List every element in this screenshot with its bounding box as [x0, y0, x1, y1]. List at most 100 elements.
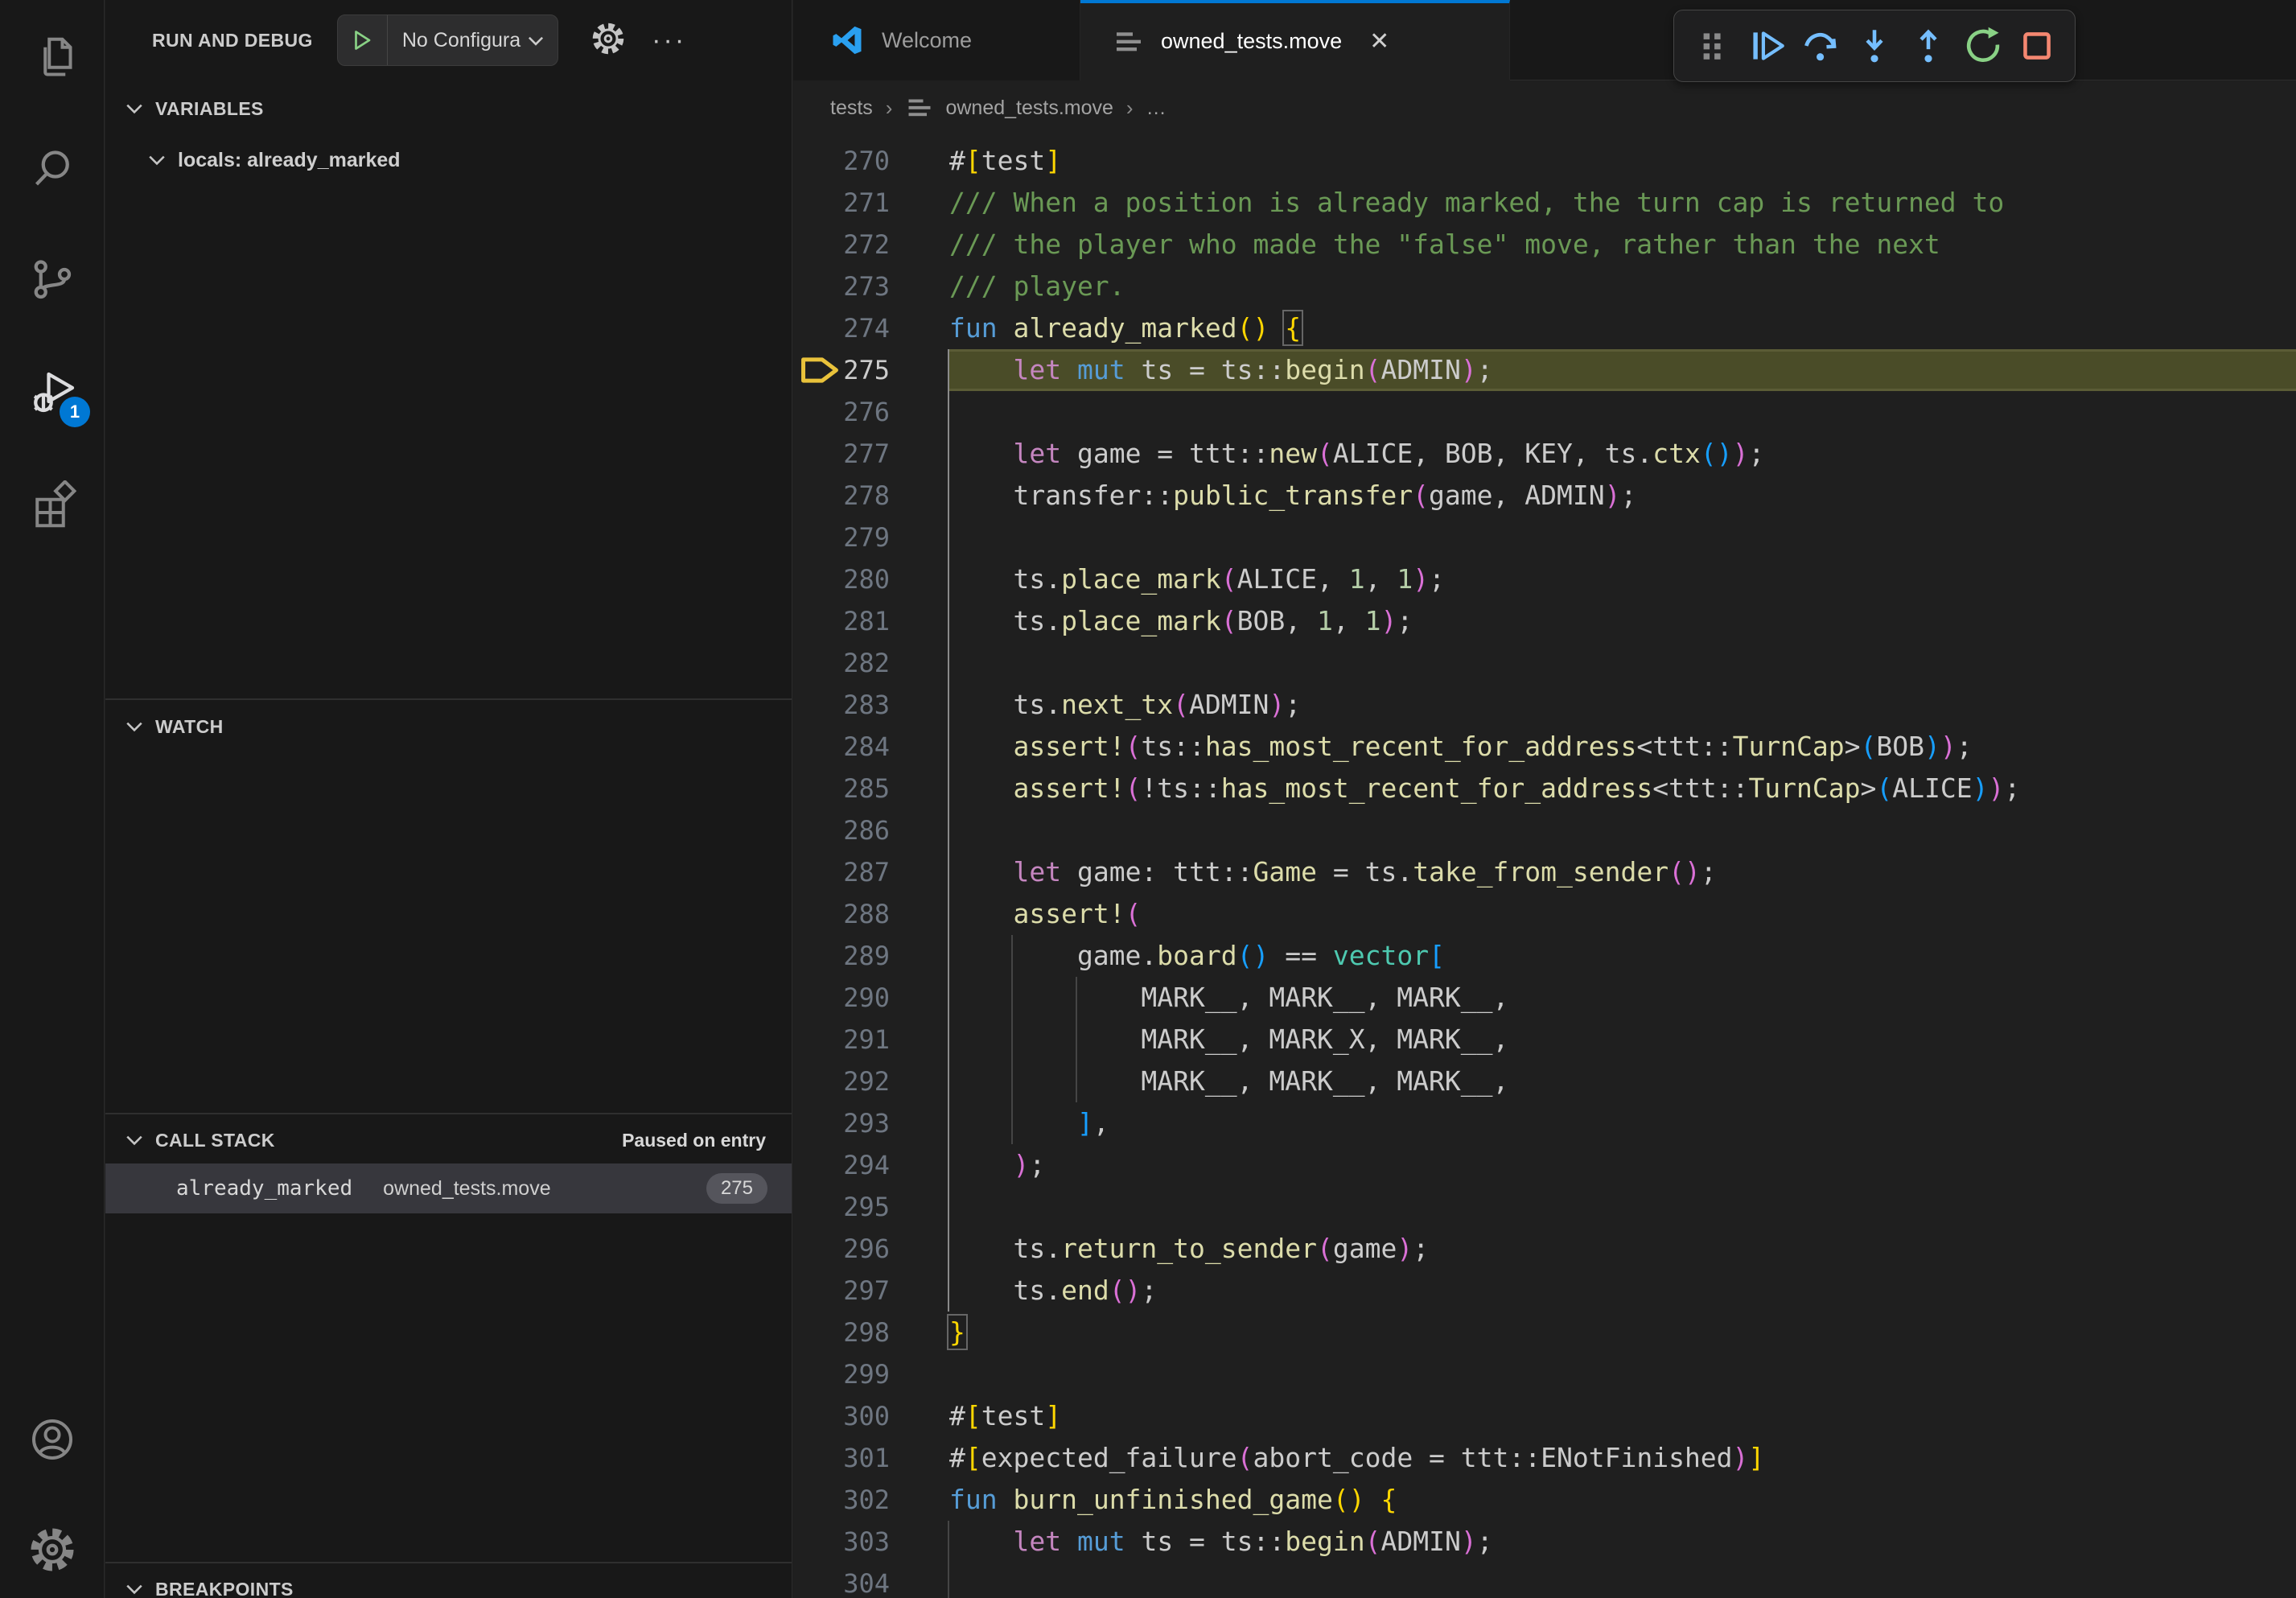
toolbar-drag-handle[interactable] [1689, 23, 1735, 69]
line-gutter[interactable]: 272 [793, 224, 949, 266]
extensions-icon[interactable] [0, 456, 105, 553]
code-line[interactable]: 283 ts.next_tx(ADMIN); [793, 684, 2296, 726]
line-gutter[interactable]: 287 [793, 851, 949, 893]
code-line[interactable]: 302fun burn_unfinished_game() { [793, 1479, 2296, 1521]
breadcrumb-file[interactable]: owned_tests.move [945, 97, 1113, 120]
close-icon[interactable]: ✕ [1369, 30, 1389, 54]
code-line[interactable]: 285 assert!(!ts::has_most_recent_for_add… [793, 768, 2296, 809]
line-gutter[interactable]: 298 [793, 1312, 949, 1353]
line-gutter[interactable]: 282 [793, 642, 949, 684]
code-line[interactable]: 277 let game = ttt::new(ALICE, BOB, KEY,… [793, 433, 2296, 475]
search-icon[interactable] [0, 121, 105, 217]
code-line[interactable]: 276 [793, 391, 2296, 433]
account-icon[interactable] [0, 1391, 105, 1488]
step-over-button[interactable] [1797, 23, 1844, 69]
step-out-button[interactable] [1905, 23, 1952, 69]
breadcrumb-tests[interactable]: tests [830, 97, 873, 120]
code-line[interactable]: 280 ts.place_mark(ALICE, 1, 1); [793, 558, 2296, 600]
line-gutter[interactable]: 284 [793, 726, 949, 768]
line-gutter[interactable]: 297 [793, 1270, 949, 1312]
code-line[interactable]: 287 let game: ttt::Game = ts.take_from_s… [793, 851, 2296, 893]
code-line[interactable]: 284 assert!(ts::has_most_recent_for_addr… [793, 726, 2296, 768]
code-line[interactable]: 289 game.board() == vector[ [793, 935, 2296, 977]
line-gutter[interactable]: 295 [793, 1186, 949, 1228]
explorer-icon[interactable] [0, 8, 105, 105]
line-gutter[interactable]: 270 [793, 140, 949, 182]
line-gutter[interactable]: 291 [793, 1019, 949, 1061]
code-line[interactable]: 274fun already_marked() { [793, 307, 2296, 349]
code-line[interactable]: 286 [793, 809, 2296, 851]
code-line[interactable]: 295 [793, 1186, 2296, 1228]
launch-configuration-dropdown[interactable]: No Configura [337, 14, 558, 66]
call-stack-section-header[interactable]: CALL STACK Paused on entry [105, 1118, 792, 1162]
line-gutter[interactable]: 289 [793, 935, 949, 977]
line-gutter[interactable]: 300 [793, 1395, 949, 1437]
code-line[interactable]: 281 ts.place_mark(BOB, 1, 1); [793, 600, 2296, 642]
step-into-button[interactable] [1851, 23, 1898, 69]
line-gutter[interactable]: 299 [793, 1353, 949, 1395]
line-gutter[interactable]: 288 [793, 893, 949, 935]
line-gutter[interactable]: 276 [793, 391, 949, 433]
locals-scope-row[interactable]: locals: already_marked [105, 138, 792, 182]
line-gutter[interactable]: 293 [793, 1102, 949, 1144]
code-line[interactable]: 282 [793, 642, 2296, 684]
tab-owned-tests[interactable]: owned_tests.move ✕ [1080, 0, 1510, 80]
code-line[interactable]: 296 ts.return_to_sender(game); [793, 1228, 2296, 1270]
code-line[interactable]: 288 assert!( [793, 893, 2296, 935]
settings-gear-icon[interactable] [0, 1501, 105, 1598]
line-gutter[interactable]: 286 [793, 809, 949, 851]
code-line[interactable]: 293 ], [793, 1102, 2296, 1144]
run-and-debug-icon[interactable]: 1 [0, 344, 105, 440]
tab-welcome[interactable]: Welcome [793, 0, 1080, 80]
breadcrumb-symbol[interactable]: … [1146, 97, 1167, 120]
source-control-icon[interactable] [0, 231, 105, 327]
more-actions-icon[interactable]: ··· [652, 25, 686, 56]
variables-section-header[interactable]: VARIABLES [105, 87, 792, 130]
code-line[interactable]: 278 transfer::public_transfer(game, ADMI… [793, 475, 2296, 517]
line-gutter[interactable]: 302 [793, 1479, 949, 1521]
line-gutter[interactable]: 275 [793, 349, 949, 391]
line-gutter[interactable]: 290 [793, 977, 949, 1019]
line-gutter[interactable]: 301 [793, 1437, 949, 1479]
line-gutter[interactable]: 278 [793, 475, 949, 517]
line-gutter[interactable]: 280 [793, 558, 949, 600]
code-line[interactable]: 300#[test] [793, 1395, 2296, 1437]
code-line[interactable]: 279 [793, 517, 2296, 558]
line-gutter[interactable]: 303 [793, 1521, 949, 1563]
code-line[interactable]: 272/// the player who made the "false" m… [793, 224, 2296, 266]
line-gutter[interactable]: 281 [793, 600, 949, 642]
line-gutter[interactable]: 294 [793, 1144, 949, 1186]
continue-button[interactable] [1743, 23, 1789, 69]
breakpoints-section-header[interactable]: BREAKPOINTS [105, 1567, 792, 1598]
line-gutter[interactable]: 292 [793, 1061, 949, 1102]
current-debug-line[interactable]: 275 let mut ts = ts::begin(ADMIN); [793, 349, 2296, 391]
line-gutter[interactable]: 271 [793, 182, 949, 224]
line-gutter[interactable]: 285 [793, 768, 949, 809]
code-line[interactable]: 301#[expected_failure(abort_code = ttt::… [793, 1437, 2296, 1479]
line-gutter[interactable]: 274 [793, 307, 949, 349]
code-line[interactable]: 291 MARK__, MARK_X, MARK__, [793, 1019, 2296, 1061]
code-line[interactable]: 292 MARK__, MARK__, MARK__, [793, 1061, 2296, 1102]
start-debugging-button[interactable] [338, 15, 388, 65]
line-gutter[interactable]: 304 [793, 1563, 949, 1598]
code-line[interactable]: 298} [793, 1312, 2296, 1353]
code-line[interactable]: 294 ); [793, 1144, 2296, 1186]
code-line[interactable]: 303 let mut ts = ts::begin(ADMIN); [793, 1521, 2296, 1563]
line-gutter[interactable]: 279 [793, 517, 949, 558]
line-gutter[interactable]: 296 [793, 1228, 949, 1270]
stop-button[interactable] [2014, 23, 2060, 69]
watch-section-header[interactable]: WATCH [105, 705, 792, 748]
code-line[interactable]: 273/// player. [793, 266, 2296, 307]
stack-frame-row[interactable]: already_marked owned_tests.move 275 [105, 1163, 792, 1213]
code-editor[interactable]: 270#[test]271/// When a position is alre… [793, 135, 2296, 1598]
code-line[interactable]: 271/// When a position is already marked… [793, 182, 2296, 224]
code-line[interactable]: 270#[test] [793, 140, 2296, 182]
code-line[interactable]: 290 MARK__, MARK__, MARK__, [793, 977, 2296, 1019]
line-gutter[interactable]: 283 [793, 684, 949, 726]
line-gutter[interactable]: 273 [793, 266, 949, 307]
code-line[interactable]: 297 ts.end(); [793, 1270, 2296, 1312]
line-gutter[interactable]: 277 [793, 433, 949, 475]
code-line[interactable]: 299 [793, 1353, 2296, 1395]
code-line[interactable]: 304 [793, 1563, 2296, 1598]
debug-settings-gear-icon[interactable] [590, 21, 626, 60]
